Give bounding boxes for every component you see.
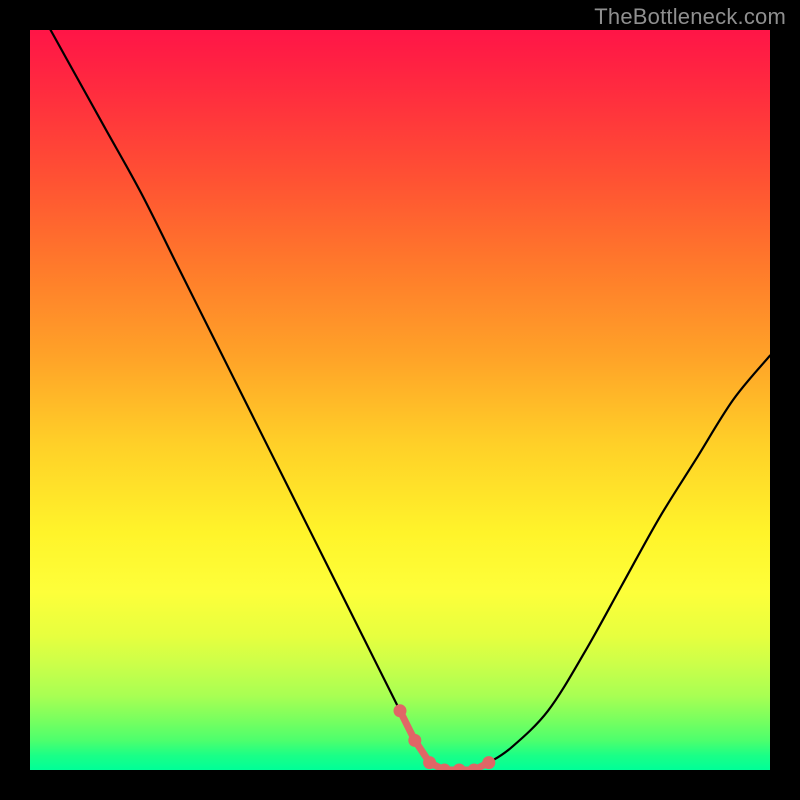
frame: TheBottleneck.com xyxy=(0,0,800,800)
marker-dot xyxy=(468,764,481,771)
marker-dot xyxy=(394,704,407,717)
marker-dot xyxy=(423,756,436,769)
marker-segment xyxy=(400,711,489,770)
marker-dot xyxy=(482,756,495,769)
curve-min-markers xyxy=(394,704,496,770)
watermark-text: TheBottleneck.com xyxy=(594,4,786,30)
bottleneck-curve xyxy=(30,30,770,770)
marker-dot xyxy=(453,764,466,771)
chart-svg xyxy=(30,30,770,770)
marker-dot xyxy=(438,764,451,771)
marker-dot xyxy=(408,734,421,747)
plot-area xyxy=(30,30,770,770)
